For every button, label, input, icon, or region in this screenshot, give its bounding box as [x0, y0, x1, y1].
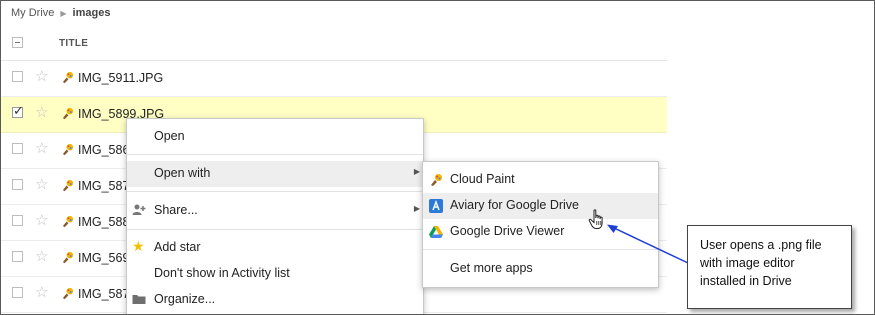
paint-file-icon: [62, 215, 74, 228]
menu-item-organize[interactable]: Organize...: [127, 287, 423, 313]
row-checkbox[interactable]: ✓: [12, 104, 24, 118]
row-checkbox[interactable]: [12, 215, 23, 226]
folder-icon: [132, 295, 146, 304]
star-icon[interactable]: ☆: [35, 176, 48, 194]
share-person-icon: [132, 204, 146, 215]
annotation-callout: User opens a .png file with image editor…: [687, 225, 852, 309]
menu-item-share[interactable]: Share... ▶: [127, 198, 423, 224]
context-menu: Open Open with ▶ Share... ▶ ★ Add star D…: [126, 118, 424, 314]
menu-item-label: Don't show in Activity list: [154, 266, 290, 280]
row-checkbox[interactable]: [12, 71, 23, 82]
paint-file-icon: [62, 71, 74, 84]
menu-item-open[interactable]: Open: [127, 124, 423, 150]
menu-divider: [423, 249, 658, 250]
breadcrumb-root[interactable]: My Drive: [11, 7, 54, 19]
star-icon[interactable]: ☆: [35, 212, 48, 230]
menu-item-label: Open with: [154, 166, 211, 180]
menu-divider: [127, 191, 423, 192]
row-checkbox[interactable]: [12, 179, 23, 190]
menu-item-open-with[interactable]: Open with ▶: [127, 161, 423, 187]
breadcrumb: My Drive ▶ images: [11, 7, 110, 19]
cloud-paint-icon: [431, 174, 442, 186]
menu-item-dont-show-activity[interactable]: Don't show in Activity list: [127, 261, 423, 287]
menu-divider: [127, 154, 423, 155]
row-checkbox[interactable]: [12, 287, 23, 298]
paint-file-icon: [62, 251, 74, 264]
submenu-arrow-icon: ▶: [413, 204, 420, 213]
submenu-item-label: Aviary for Google Drive: [450, 198, 579, 212]
file-name[interactable]: IMG_569: [78, 251, 129, 265]
aviary-icon: [429, 199, 443, 213]
submenu-item-drive-viewer[interactable]: Google Drive Viewer: [423, 219, 658, 245]
star-icon[interactable]: ☆: [35, 284, 48, 302]
row-checkbox[interactable]: [12, 251, 23, 262]
submenu-item-label: Cloud Paint: [450, 172, 515, 186]
breadcrumb-current: images: [72, 7, 111, 19]
hand-cursor-icon: [588, 209, 603, 229]
google-drive-icon: [429, 226, 443, 238]
file-name[interactable]: IMG_586: [78, 143, 129, 157]
list-header: TITLE: [1, 25, 667, 61]
select-all-checkbox[interactable]: [12, 37, 23, 48]
table-row[interactable]: ☆ IMG_5911.JPG: [1, 61, 667, 97]
submenu-item-aviary[interactable]: Aviary for Google Drive: [423, 193, 658, 219]
star-icon[interactable]: ☆: [35, 248, 48, 266]
submenu-item-label: Google Drive Viewer: [450, 224, 565, 238]
file-name[interactable]: IMG_587: [78, 179, 129, 193]
chevron-right-icon: ▶: [60, 8, 67, 18]
menu-item-label: Open: [154, 129, 185, 143]
open-with-submenu: Cloud Paint Aviary for Google Drive Goog…: [422, 161, 659, 288]
drive-window: My Drive ▶ images TITLE ☆ IMG_5911.JPG ✓…: [0, 0, 875, 315]
paint-file-icon: [62, 143, 74, 156]
star-icon[interactable]: ☆: [35, 140, 48, 158]
menu-item-label: Share...: [154, 203, 198, 217]
menu-item-label: Add star: [154, 240, 201, 254]
paint-file-icon: [62, 107, 74, 120]
star-icon[interactable]: ☆: [35, 104, 48, 122]
paint-file-icon: [62, 287, 74, 300]
menu-item-label: Organize...: [154, 292, 216, 306]
menu-item-add-star[interactable]: ★ Add star: [127, 235, 423, 261]
title-column-header[interactable]: TITLE: [59, 38, 88, 49]
file-name[interactable]: IMG_5911.JPG: [78, 71, 163, 85]
submenu-item-cloud-paint[interactable]: Cloud Paint: [423, 167, 658, 193]
file-name[interactable]: IMG_587: [78, 287, 129, 301]
submenu-item-get-more-apps[interactable]: Get more apps: [423, 256, 658, 282]
file-name[interactable]: IMG_588: [78, 215, 129, 229]
row-checkbox[interactable]: [12, 143, 23, 154]
star-filled-icon: ★: [132, 238, 145, 254]
submenu-item-label: Get more apps: [450, 261, 533, 275]
submenu-arrow-icon: ▶: [413, 167, 420, 176]
star-icon[interactable]: ☆: [35, 68, 48, 86]
paint-file-icon: [62, 179, 74, 192]
menu-divider: [127, 229, 423, 230]
